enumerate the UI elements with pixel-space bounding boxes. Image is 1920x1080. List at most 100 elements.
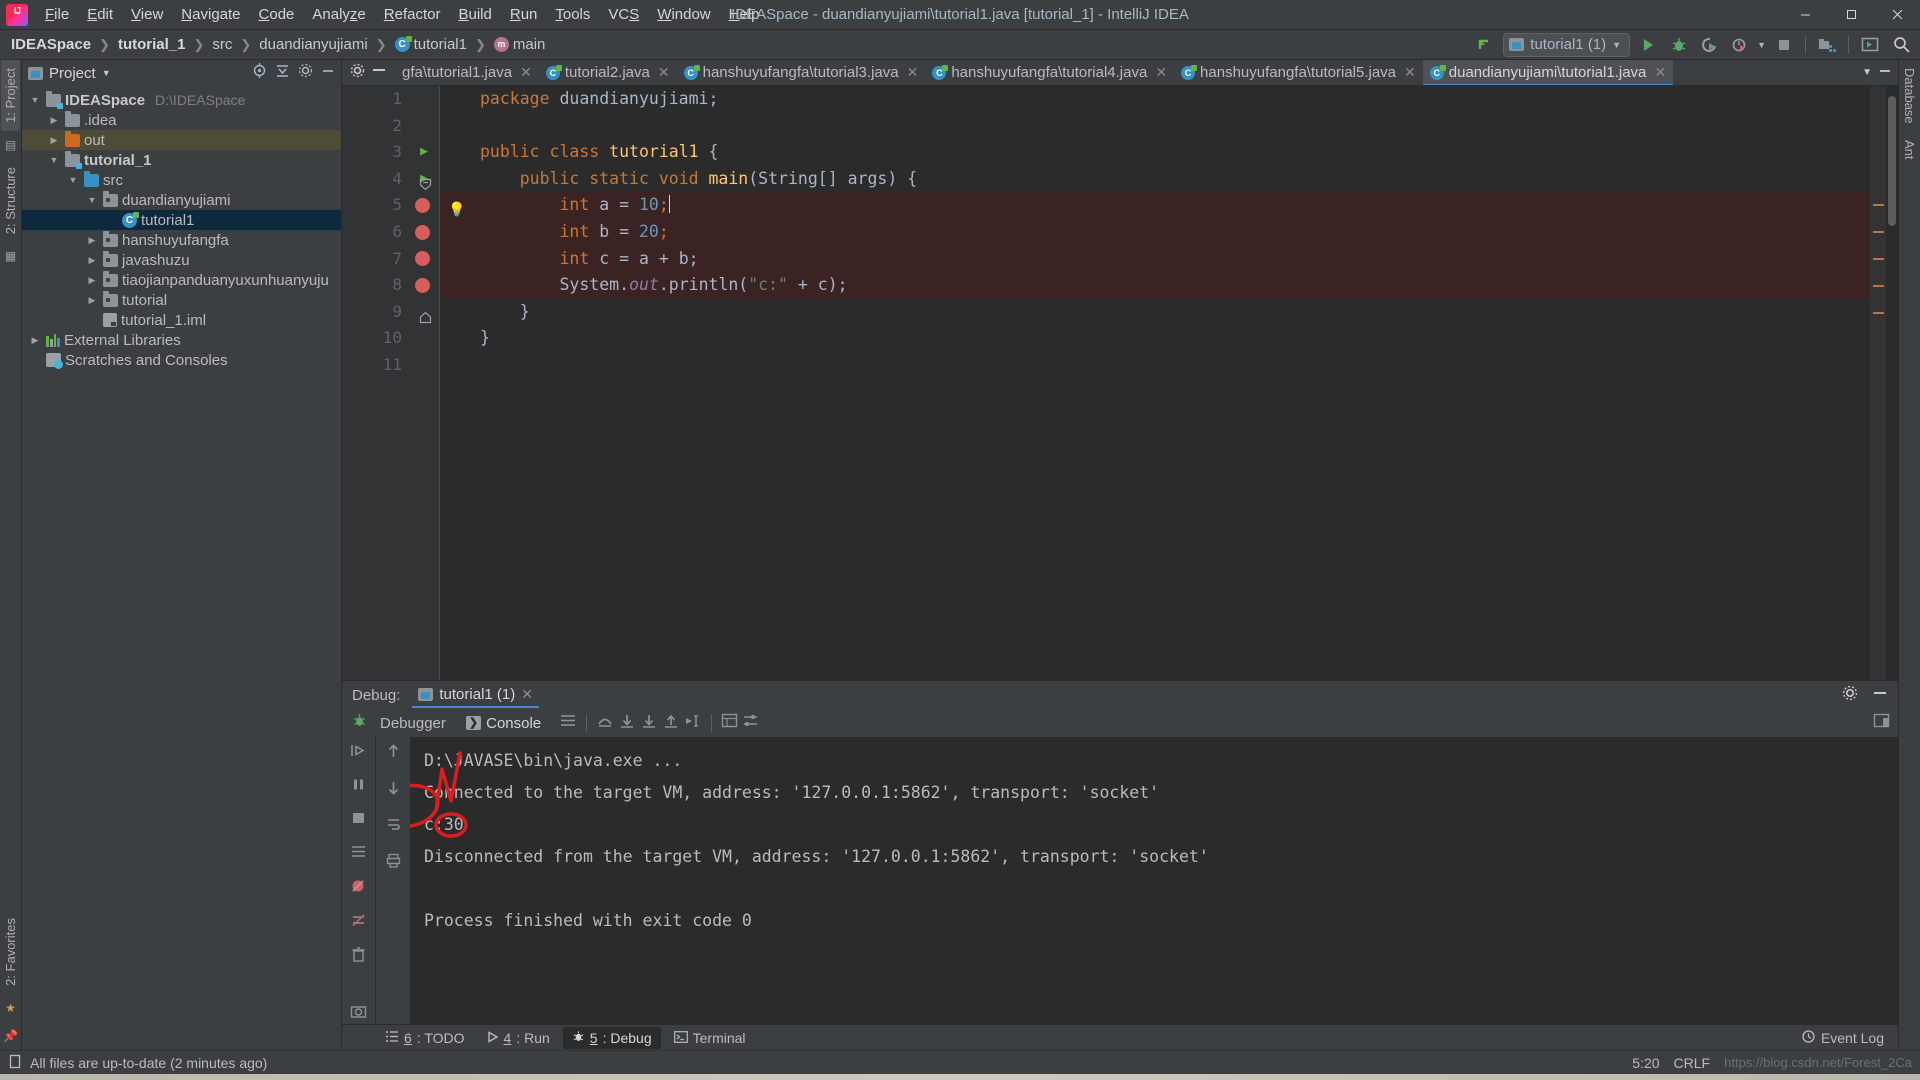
fold-collapse-icon[interactable] <box>419 173 432 190</box>
menu-view[interactable]: View <box>122 3 172 26</box>
profiler-button[interactable] <box>1728 33 1754 57</box>
editor-scrollbar[interactable] <box>1886 86 1898 680</box>
gutter-line-8[interactable]: 8 <box>342 272 430 299</box>
menu-tools[interactable]: Tools <box>546 3 599 26</box>
menu-vcs[interactable]: VCS <box>599 3 648 26</box>
tree-twisty-icon[interactable]: ▶ <box>85 275 99 286</box>
rail-tab-database[interactable]: Database <box>1900 60 1919 132</box>
tree-item-out[interactable]: ▶ out <box>22 130 341 150</box>
code-line-10[interactable]: } <box>440 325 1870 352</box>
print-icon[interactable] <box>386 853 401 873</box>
tab-console[interactable]: ❯ Console <box>458 713 549 734</box>
stop-button[interactable] <box>1771 33 1797 57</box>
pause-program-icon[interactable] <box>350 777 367 797</box>
hide-panel-icon[interactable] <box>1872 686 1888 705</box>
code-line-9[interactable]: } <box>440 299 1870 326</box>
close-icon[interactable]: ✕ <box>1654 64 1666 81</box>
breadcrumb-item-5[interactable]: m main <box>489 34 551 55</box>
bottom-tool-tabs[interactable]: 6: TODO 4: Run 5: Debug Terminal Event Log <box>342 1024 1898 1050</box>
bookmarks-icon[interactable]: ▦ <box>5 249 16 263</box>
fold-line-7[interactable] <box>412 246 439 273</box>
editor-tab-4[interactable]: hanshuyufangfa\tutorial5.java ✕ <box>1174 60 1423 85</box>
menu-window[interactable]: Window <box>648 3 719 26</box>
breadcrumb-item-4[interactable]: tutorial1 <box>390 34 472 55</box>
rail-tab-structure[interactable]: 2: Structure <box>1 159 20 242</box>
menu-code[interactable]: Code <box>250 3 304 26</box>
tree-item-external-libraries[interactable]: ▶ External Libraries <box>22 330 341 350</box>
fold-line-6[interactable] <box>412 219 439 246</box>
fold-line-5[interactable] <box>412 192 439 219</box>
run-with-coverage-button[interactable] <box>1697 33 1723 57</box>
run-configuration-selector[interactable]: tutorial1 (1) ▼ <box>1503 32 1631 57</box>
code-line-11[interactable] <box>440 352 1870 379</box>
rail-tab-project[interactable]: 1: Project <box>1 60 20 131</box>
tree-twisty-icon[interactable]: ▶ <box>85 235 99 246</box>
star-icon[interactable]: ★ <box>5 1001 16 1015</box>
commit-icon[interactable]: ▤ <box>5 138 16 152</box>
menu-refactor[interactable]: Refactor <box>375 3 450 26</box>
run-button[interactable] <box>1635 33 1661 57</box>
layout-settings-icon[interactable] <box>559 713 577 733</box>
delete-icon[interactable] <box>351 947 366 968</box>
tree-twisty-icon[interactable]: ▼ <box>47 155 61 165</box>
line-separator[interactable]: CRLF <box>1674 1055 1711 1071</box>
tree-item-tutorial[interactable]: ▶ tutorial <box>22 290 341 310</box>
breadcrumb-item-0[interactable]: IDEASpace <box>6 34 96 55</box>
fold-line-9[interactable] <box>412 299 439 326</box>
fold-end-icon[interactable] <box>419 306 432 323</box>
fold-line-8[interactable] <box>412 272 439 299</box>
menu-build[interactable]: Build <box>449 3 500 26</box>
settings-sliders-icon[interactable] <box>742 713 759 733</box>
settings-gear-icon[interactable] <box>1842 685 1858 706</box>
error-marker-strip[interactable] <box>1870 86 1886 680</box>
breadcrumb-item-3[interactable]: duandianyujiami <box>254 34 372 55</box>
close-icon[interactable]: ✕ <box>907 64 919 81</box>
step-out-icon[interactable] <box>662 713 680 734</box>
code-content[interactable]: package duandianyujiami; public class tut… <box>440 86 1870 680</box>
restore-layout-icon[interactable] <box>1873 713 1890 732</box>
collapse-all-icon[interactable] <box>275 64 290 83</box>
profiler-dropdown-icon[interactable]: ▼ <box>1757 40 1766 50</box>
code-line-5[interactable]: 💡 int a = 10; <box>440 192 1870 219</box>
close-icon[interactable]: ✕ <box>1155 64 1167 81</box>
tab-debugger[interactable]: Debugger <box>372 713 454 734</box>
close-button[interactable] <box>1874 0 1920 30</box>
evaluate-expression-icon[interactable] <box>721 713 738 733</box>
hide-editor-icon[interactable] <box>371 63 387 82</box>
tree-item-tiaojianpanduanyuxunhuanyuju[interactable]: ▶ tiaojianpanduanyuxunhuanyuju <box>22 270 341 290</box>
pin-icon[interactable]: 📌 <box>3 1029 18 1043</box>
force-step-into-icon[interactable] <box>640 713 658 734</box>
fold-line-3[interactable] <box>412 139 439 166</box>
caret-position[interactable]: 5:20 <box>1632 1055 1659 1071</box>
tree-item-tutorial-1[interactable]: ▼ tutorial_1 <box>22 150 341 170</box>
menu-analyze[interactable]: Analyze <box>303 3 374 26</box>
build-project-icon[interactable] <box>1814 33 1840 57</box>
chevron-down-icon[interactable]: ▼ <box>102 68 111 78</box>
tree-twisty-icon[interactable]: ▶ <box>47 135 61 146</box>
tree-twisty-icon[interactable]: ▶ <box>85 295 99 306</box>
fold-line-2[interactable] <box>412 113 439 140</box>
updates-icon[interactable] <box>1857 33 1883 57</box>
fold-line-1[interactable] <box>412 86 439 113</box>
code-line-7[interactable]: int c = a + b; <box>440 245 1870 273</box>
gutter-line-10[interactable]: 10 <box>342 325 412 352</box>
tree-twisty-icon[interactable]: ▶ <box>85 255 99 266</box>
tree-item-javashuzu[interactable]: ▶ javashuzu <box>22 250 341 270</box>
soft-wrap-icon[interactable] <box>386 817 401 837</box>
run-to-cursor-icon[interactable] <box>684 713 702 734</box>
breadcrumb-item-2[interactable]: src <box>207 34 237 55</box>
tree-item-src[interactable]: ▼ src <box>22 170 341 190</box>
chevron-down-icon[interactable]: ▼ <box>1862 67 1872 78</box>
editor-tab-0[interactable]: gfa\tutorial1.java ✕ <box>395 60 539 85</box>
code-line-6[interactable]: int b = 20; <box>440 218 1870 246</box>
tree-item--idea[interactable]: ▶ .idea <box>22 110 341 130</box>
maximize-button[interactable] <box>1828 0 1874 30</box>
tree-item-tutorial-1-iml[interactable]: tutorial_1.iml <box>22 310 341 330</box>
gutter-line-1[interactable]: 1 <box>342 86 412 113</box>
bottom-tab-debug[interactable]: 5: Debug <box>562 1026 661 1049</box>
editor-fold-gutter[interactable] <box>412 86 440 680</box>
build-arrow-icon[interactable] <box>1472 33 1498 57</box>
editor-tab-2[interactable]: hanshuyufangfa\tutorial3.java ✕ <box>677 60 926 85</box>
menu-navigate[interactable]: Navigate <box>172 3 249 26</box>
code-line-8[interactable]: System.out.println("c:" + c); <box>440 272 1870 299</box>
